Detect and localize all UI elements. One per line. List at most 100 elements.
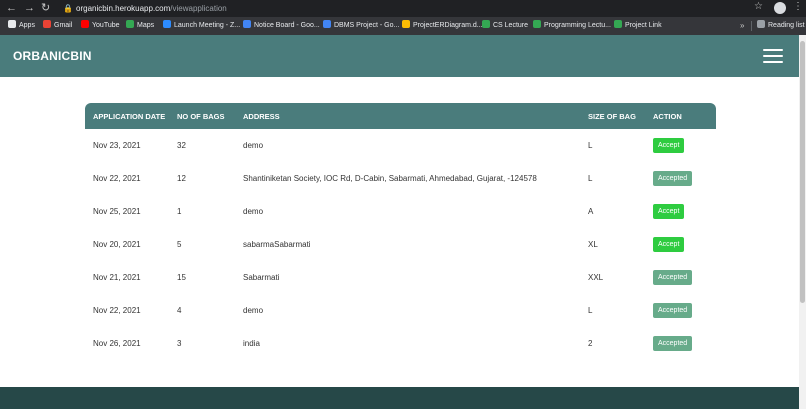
cell-date: Nov 23, 2021 <box>93 141 141 150</box>
bookmark-gmail[interactable]: Gmail <box>43 17 72 35</box>
hamburger-menu-icon[interactable] <box>763 49 783 63</box>
reading-list-label: Reading list <box>768 22 805 29</box>
cell-bags: 1 <box>177 207 182 216</box>
cell-date: Nov 22, 2021 <box>93 174 141 183</box>
table-row: Nov 21, 2021 15 Sabarmati XXL Accepted <box>85 261 716 294</box>
url-path: /viewapplication <box>170 4 227 13</box>
accept-button[interactable]: Accept <box>653 204 685 219</box>
bookmark-cs-lecture[interactable]: CS Lecture <box>482 17 528 35</box>
bookmark-notice-board[interactable]: Notice Board - Goo... <box>243 17 320 35</box>
bookmark-label: Apps <box>19 22 35 29</box>
reload-icon[interactable]: ↻ <box>41 1 50 15</box>
cell-size: L <box>588 174 593 183</box>
bookmark-project-link[interactable]: Project Link <box>614 17 662 35</box>
cell-action: Accepted <box>653 162 716 195</box>
accepted-button[interactable]: Accepted <box>653 270 693 285</box>
cell-address: india <box>243 339 260 348</box>
cell-date: Nov 25, 2021 <box>93 207 141 216</box>
cell-date: Nov 26, 2021 <box>93 339 141 348</box>
cell-address: demo <box>243 141 264 150</box>
bookmark-label: Notice Board - Goo... <box>254 22 320 29</box>
table-row: Nov 26, 2021 3 india 2 Accepted <box>85 327 716 360</box>
bookmark-label: Launch Meeting - Z... <box>174 22 241 29</box>
cell-action: Accepted <box>653 294 716 327</box>
cell-size: L <box>588 141 593 150</box>
profile-avatar[interactable] <box>774 2 786 14</box>
cell-size: 2 <box>588 339 593 348</box>
cell-size: XXL <box>588 273 604 282</box>
page-scrollbar[interactable] <box>799 35 806 409</box>
table-row: Nov 25, 2021 1 demo A Accept <box>85 195 716 228</box>
cell-bags: 4 <box>177 306 182 315</box>
cell-bags: 15 <box>177 273 186 282</box>
lock-icon: 🔒 <box>63 4 73 13</box>
docs-icon <box>323 20 331 28</box>
forward-arrow-icon[interactable]: → <box>24 1 35 15</box>
reading-list-icon <box>757 20 765 28</box>
cell-bags: 3 <box>177 339 182 348</box>
column-header-action: ACTION <box>653 111 682 121</box>
cell-action: Accepted <box>653 327 716 360</box>
url-host: organicbin.herokuapp.com <box>76 4 171 13</box>
table-row: Nov 20, 2021 5 sabarmaSabarmati XL Accep… <box>85 228 716 261</box>
bookmark-programming-lecture[interactable]: Programming Lectu... <box>533 17 611 35</box>
accept-button[interactable]: Accept <box>653 138 685 153</box>
bookmark-label: Maps <box>137 22 155 29</box>
browser-menu-icon[interactable]: ⋮ <box>793 1 803 12</box>
bookmarks-bar: Apps Gmail YouTube Maps Launch Meeting -… <box>0 17 806 35</box>
cell-action: Accept <box>653 129 716 162</box>
column-header-size: SIZE OF BAG <box>588 111 636 121</box>
cell-date: Nov 22, 2021 <box>93 306 141 315</box>
cell-bags: 32 <box>177 141 186 150</box>
table-row: Nov 22, 2021 12 Shantiniketan Society, I… <box>85 162 716 195</box>
apps-grid-icon <box>8 20 16 28</box>
applications-table: APPLICATION DATE NO OF BAGS ADDRESS SIZE… <box>85 103 716 361</box>
bookmark-youtube[interactable]: YouTube <box>81 17 120 35</box>
bookmark-label: Programming Lectu... <box>544 22 611 29</box>
accepted-button[interactable]: Accepted <box>653 336 693 351</box>
column-header-date: APPLICATION DATE <box>93 111 166 121</box>
bookmark-apps[interactable]: Apps <box>8 17 35 35</box>
bookmark-erdiagram[interactable]: ProjectERDiagram.d... <box>402 17 483 35</box>
bookmarks-overflow-icon[interactable]: » <box>740 17 744 35</box>
column-header-address: ADDRESS <box>243 111 280 121</box>
bookmark-zoom[interactable]: Launch Meeting - Z... <box>163 17 240 35</box>
back-arrow-icon[interactable]: ← <box>6 1 17 15</box>
bookmark-label: Project Link <box>625 22 662 29</box>
site-footer <box>0 387 799 409</box>
cell-address: demo <box>243 207 264 216</box>
bookmark-label: CS Lecture <box>493 22 529 29</box>
gmail-icon <box>43 20 51 28</box>
chrome-icon <box>614 20 622 28</box>
maps-icon <box>126 20 134 28</box>
address-bar[interactable]: 🔒 organicbin.herokuapp.com/viewapplicati… <box>56 1 768 16</box>
column-header-bags: NO OF BAGS <box>177 111 225 121</box>
scrollbar-thumb[interactable] <box>800 41 805 303</box>
bookmark-dbms-project[interactable]: DBMS Project - Go... <box>323 17 399 35</box>
cell-address: Sabarmati <box>243 273 280 282</box>
cell-date: Nov 20, 2021 <box>93 240 141 249</box>
bookmark-label: ProjectERDiagram.d... <box>413 22 483 29</box>
cell-size: L <box>588 306 593 315</box>
table-row: Nov 22, 2021 4 demo L Accepted <box>85 294 716 327</box>
cell-address: Shantiniketan Society, IOC Rd, D-Cabin, … <box>243 174 537 183</box>
table-row: Nov 23, 2021 32 demo L Accept <box>85 129 716 162</box>
brand-logo[interactable]: ORBANICBIN <box>13 35 92 77</box>
zoom-icon <box>163 20 171 28</box>
cell-action: Accepted <box>653 261 716 294</box>
accepted-button[interactable]: Accepted <box>653 303 693 318</box>
cell-size: XL <box>588 240 598 249</box>
cell-bags: 5 <box>177 240 182 249</box>
bookmarks-divider <box>751 21 752 31</box>
bookmark-star-icon[interactable]: ☆ <box>754 1 763 12</box>
docs-icon <box>243 20 251 28</box>
accepted-button[interactable]: Accepted <box>653 171 693 186</box>
browser-toolbar: ← → ↻ 🔒 organicbin.herokuapp.com/viewapp… <box>0 0 806 17</box>
reading-list[interactable]: Reading list <box>757 17 805 35</box>
cell-address: sabarmaSabarmati <box>243 240 311 249</box>
site-header: ORBANICBIN <box>0 35 799 77</box>
chrome-icon <box>533 20 541 28</box>
accept-button[interactable]: Accept <box>653 237 685 252</box>
drive-icon <box>402 20 410 28</box>
bookmark-maps[interactable]: Maps <box>126 17 154 35</box>
